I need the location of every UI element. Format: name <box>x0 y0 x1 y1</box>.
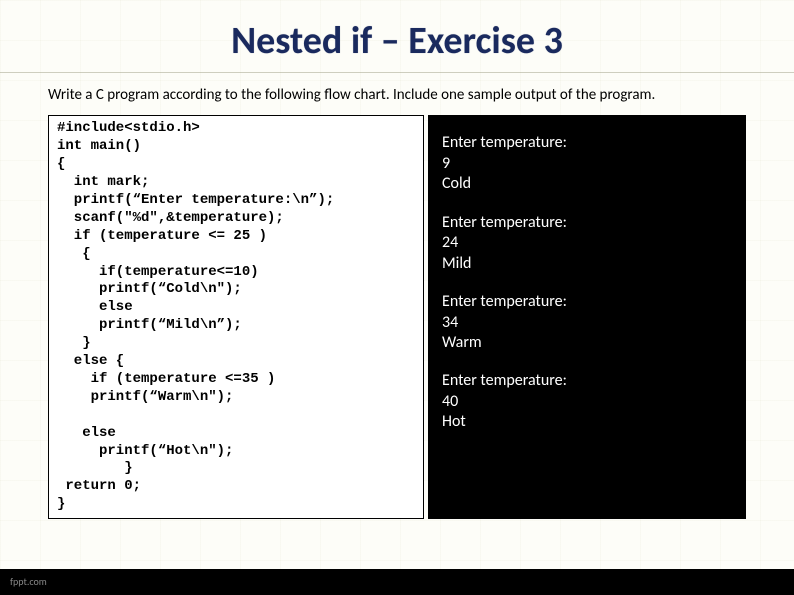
output-prompt: Enter temperature: <box>442 292 732 312</box>
output-prompt: Enter temperature: <box>442 213 732 233</box>
output-input: 24 <box>442 233 732 253</box>
output-prompt: Enter temperature: <box>442 133 732 153</box>
instruction-text: Write a C program according to the follo… <box>0 73 794 115</box>
output-input: 40 <box>442 392 732 412</box>
slide-title: Nested if – Exercise 3 <box>0 0 794 73</box>
output-input: 34 <box>442 313 732 333</box>
footer-credit: fppt.com <box>0 569 794 595</box>
output-group: Enter temperature: 24 Mild <box>442 213 732 274</box>
output-box: Enter temperature: 9 Cold Enter temperat… <box>428 115 746 519</box>
content-row: #include<stdio.h> int main() { int mark;… <box>0 115 794 519</box>
output-result: Mild <box>442 254 732 274</box>
output-group: Enter temperature: 34 Warm <box>442 292 732 353</box>
output-result: Warm <box>442 333 732 353</box>
output-group: Enter temperature: 9 Cold <box>442 133 732 194</box>
code-box: #include<stdio.h> int main() { int mark;… <box>48 115 424 519</box>
output-result: Hot <box>442 412 732 432</box>
output-prompt: Enter temperature: <box>442 371 732 391</box>
output-input: 9 <box>442 154 732 174</box>
output-result: Cold <box>442 174 732 194</box>
output-group: Enter temperature: 40 Hot <box>442 371 732 432</box>
